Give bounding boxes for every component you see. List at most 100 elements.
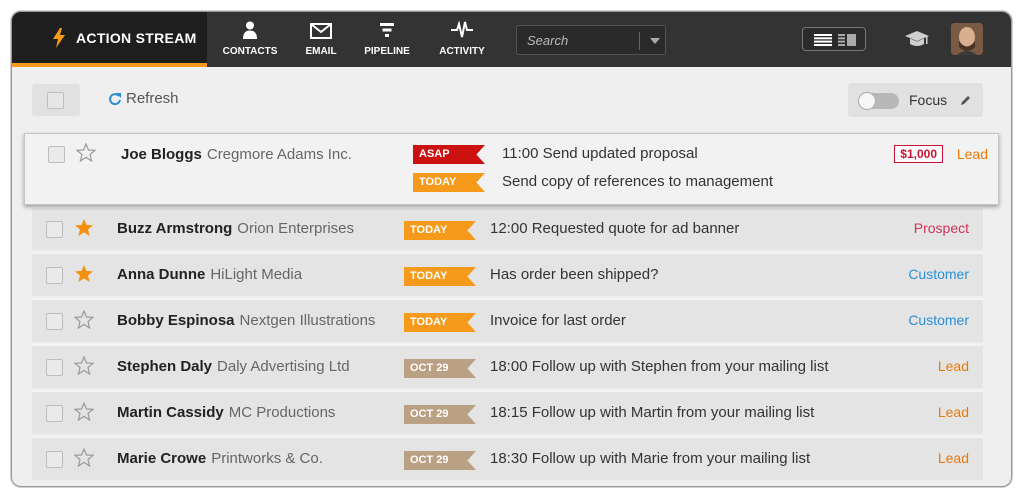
- select-all-box: [32, 84, 80, 116]
- star-filled-icon[interactable]: [74, 264, 94, 283]
- contact-name[interactable]: Joe Bloggs: [121, 146, 202, 163]
- nav-activity[interactable]: ACTIVITY: [433, 12, 491, 67]
- graduation-cap-icon[interactable]: [905, 30, 929, 48]
- company-name: HiLight Media: [210, 266, 303, 283]
- status-label: Lead: [937, 450, 969, 466]
- action-row[interactable]: Bobby Espinosa Nextgen Illustrations TODA…: [32, 298, 983, 342]
- refresh-icon: [109, 92, 121, 105]
- focus-label: Focus: [909, 92, 948, 108]
- contact-info: Stephen Daly Daly Advertising Ltd: [117, 358, 350, 375]
- person-icon: [243, 21, 257, 39]
- top-navigation-bar: ACTION STREAM CONTACTS EMAIL PIPELINE AC…: [12, 12, 1011, 67]
- company-name: Daly Advertising Ltd: [217, 358, 350, 375]
- view-toggle: [802, 27, 866, 51]
- asap-tag: ASAP: [413, 145, 485, 164]
- focus-switch-knob: [858, 92, 876, 110]
- search-input[interactable]: [517, 26, 635, 54]
- star-outline-icon[interactable]: [74, 356, 94, 375]
- split-view-icon[interactable]: [838, 34, 856, 46]
- row-checkbox[interactable]: [46, 267, 63, 284]
- pencil-icon[interactable]: [960, 94, 972, 106]
- user-avatar[interactable]: [951, 23, 983, 55]
- action-row[interactable]: Martin Cassidy MC Productions OCT 29 18:1…: [32, 390, 983, 434]
- focus-toggle[interactable]: Focus: [848, 83, 983, 117]
- refresh-button[interactable]: Refresh: [108, 90, 179, 107]
- contact-info: Buzz Armstrong Orion Enterprises: [117, 220, 354, 237]
- company-name: MC Productions: [228, 404, 336, 421]
- action-row[interactable]: Marie Crowe Printworks & Co. OCT 29 18:30…: [32, 436, 983, 480]
- nav-activity-label: ACTIVITY: [439, 46, 485, 57]
- nav-email[interactable]: EMAIL: [297, 12, 345, 67]
- company-name: Nextgen Illustrations: [239, 312, 376, 329]
- row-checkbox[interactable]: [46, 313, 63, 330]
- date-tag: OCT 29: [404, 451, 476, 470]
- task-text[interactable]: Invoice for last order: [490, 312, 626, 329]
- company-name: Cregmore Adams Inc.: [206, 146, 352, 163]
- status-label: Customer: [908, 266, 969, 282]
- nav-pipeline-label: PIPELINE: [364, 46, 410, 57]
- contact-name[interactable]: Stephen Daly: [117, 358, 212, 375]
- contact-info: Joe Bloggs Cregmore Adams Inc.: [121, 146, 352, 163]
- nav-contacts[interactable]: CONTACTS: [219, 12, 281, 67]
- contact-name[interactable]: Bobby Espinosa: [117, 312, 235, 329]
- star-filled-icon[interactable]: [74, 218, 94, 237]
- status-label: Lead: [937, 358, 969, 374]
- lightning-icon: [53, 27, 65, 48]
- task-text[interactable]: 18:00 Follow up with Stephen from your m…: [490, 358, 829, 375]
- action-row[interactable]: Stephen Daly Daly Advertising Ltd OCT 29 …: [32, 344, 983, 388]
- star-outline-icon[interactable]: [76, 143, 96, 162]
- today-tag: TODAY: [404, 313, 476, 332]
- row-checkbox[interactable]: [46, 359, 63, 376]
- contact-name[interactable]: Anna Dunne: [117, 266, 205, 283]
- deal-amount-badge: $1,000: [894, 145, 943, 163]
- avatar-image: [951, 23, 983, 55]
- envelope-icon: [310, 23, 332, 39]
- action-row[interactable]: Buzz Armstrong Orion Enterprises TODAY 12…: [32, 206, 983, 250]
- task-text[interactable]: 11:00 Send updated proposal: [502, 145, 698, 162]
- contact-name[interactable]: Marie Crowe: [117, 450, 206, 467]
- task-text[interactable]: Send copy of references to management: [502, 173, 773, 190]
- chevron-down-icon[interactable]: [650, 38, 660, 44]
- row-checkbox[interactable]: [48, 146, 65, 163]
- nav-pipeline[interactable]: PIPELINE: [358, 12, 416, 67]
- row-checkbox[interactable]: [46, 451, 63, 468]
- today-tag: TODAY: [404, 221, 476, 240]
- search-box: [516, 25, 666, 55]
- focus-switch[interactable]: [858, 92, 899, 110]
- list-view-icon[interactable]: [814, 34, 832, 46]
- status-label: Lead: [937, 404, 969, 420]
- contact-info: Martin Cassidy MC Productions: [117, 404, 335, 421]
- app-window: ACTION STREAM CONTACTS EMAIL PIPELINE AC…: [11, 11, 1012, 487]
- contact-info: Anna Dunne HiLight Media: [117, 266, 302, 283]
- action-row[interactable]: Anna Dunne HiLight Media TODAY Has order …: [32, 252, 983, 296]
- funnel-icon: [380, 23, 394, 37]
- star-outline-icon[interactable]: [74, 448, 94, 467]
- star-outline-icon[interactable]: [74, 402, 94, 421]
- action-stream-tab[interactable]: ACTION STREAM: [12, 12, 207, 67]
- company-name: Printworks & Co.: [211, 450, 323, 467]
- nav-contacts-label: CONTACTS: [222, 46, 278, 57]
- status-label: Prospect: [913, 220, 969, 236]
- row-checkbox[interactable]: [46, 405, 63, 422]
- today-tag: TODAY: [404, 267, 476, 286]
- company-name: Orion Enterprises: [237, 220, 354, 237]
- task-text[interactable]: 18:30 Follow up with Marie from your mai…: [490, 450, 810, 467]
- today-tag: TODAY: [413, 173, 485, 192]
- select-all-checkbox[interactable]: [47, 92, 64, 109]
- row-checkbox[interactable]: [46, 221, 63, 238]
- nav-email-label: EMAIL: [305, 46, 337, 57]
- action-row[interactable]: Joe Bloggs Cregmore Adams Inc. ASAP 11:00…: [24, 133, 999, 205]
- contact-name[interactable]: Martin Cassidy: [117, 404, 224, 421]
- contact-info: Bobby Espinosa Nextgen Illustrations: [117, 312, 375, 329]
- pulse-icon: [451, 21, 473, 38]
- task-text[interactable]: Has order been shipped?: [490, 266, 658, 283]
- status-label: Lead: [956, 146, 988, 162]
- contact-name[interactable]: Buzz Armstrong: [117, 220, 232, 237]
- task-text[interactable]: 12:00 Requested quote for ad banner: [490, 220, 739, 237]
- task-text[interactable]: 18:15 Follow up with Martin from your ma…: [490, 404, 814, 421]
- search-divider: [639, 32, 640, 50]
- star-outline-icon[interactable]: [74, 310, 94, 329]
- date-tag: OCT 29: [404, 359, 476, 378]
- status-label: Customer: [908, 312, 969, 328]
- refresh-label: Refresh: [126, 90, 179, 107]
